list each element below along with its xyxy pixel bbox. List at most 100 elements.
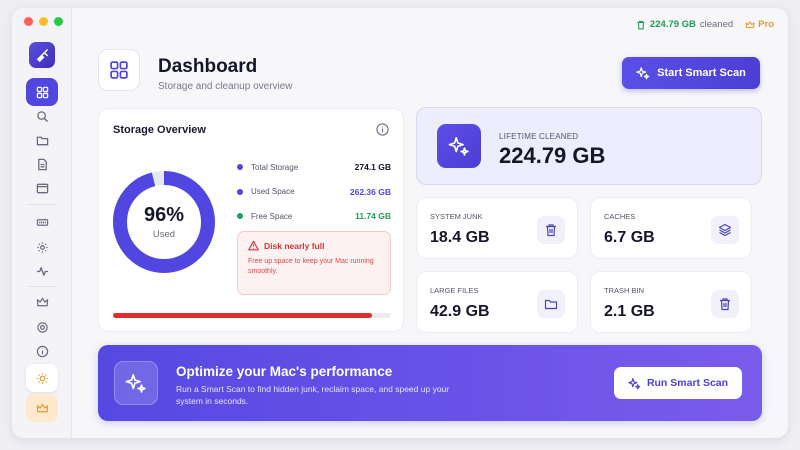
app-logo — [29, 42, 55, 68]
sidebar-item-windows[interactable] — [26, 174, 58, 202]
grid-icon — [110, 61, 128, 79]
cleaned-status: 224.79 GB cleaned — [636, 19, 733, 30]
memory-icon — [36, 218, 48, 226]
storage-info-button[interactable] — [376, 123, 389, 141]
donut-center: 96% Used — [111, 169, 217, 275]
legend-dot — [237, 164, 243, 171]
warning-icon — [248, 240, 259, 251]
upgrade-pro-button[interactable] — [26, 394, 58, 422]
stat-value: 6.7 GB — [604, 229, 655, 246]
search-icon — [36, 110, 48, 122]
sidebar-item-activity[interactable] — [26, 257, 58, 285]
trash-icon — [546, 224, 556, 237]
legend-dot — [237, 213, 243, 220]
window-controls — [24, 17, 63, 26]
stat-large-files[interactable]: LARGE FILES 42.9 GB — [416, 271, 578, 333]
stat-label: TRASH BIN — [604, 286, 645, 295]
pro-badge[interactable]: Pro — [745, 19, 774, 30]
sidebar-divider — [28, 204, 56, 205]
storage-title: Storage Overview — [113, 124, 206, 136]
legend-value: 274.1 GB — [354, 162, 391, 173]
storage-legend: Total Storage 274.1 GB Used Space 262.36… — [237, 155, 391, 229]
banner-icon — [114, 361, 158, 405]
activity-icon — [36, 266, 48, 276]
app-window: 224.79 GB cleaned Pro Dashboard Storage … — [12, 8, 788, 438]
cleaned-label: cleaned — [699, 19, 734, 30]
close-window-button[interactable] — [24, 17, 33, 26]
crown-icon — [36, 297, 48, 306]
sidebar-divider — [28, 286, 56, 287]
lifetime-label: LIFETIME CLEANED — [499, 132, 579, 141]
sidebar-item-premium[interactable] — [26, 288, 58, 316]
crown-icon — [745, 20, 755, 28]
stat-caches[interactable]: CACHES 6.7 GB — [590, 197, 752, 259]
stat-label: SYSTEM JUNK — [430, 212, 483, 221]
pro-label: Pro — [758, 19, 774, 30]
legend-name: Total Storage — [251, 162, 299, 172]
stat-label: LARGE FILES — [430, 286, 479, 295]
stat-icon-box — [537, 290, 565, 318]
used-percent: 96% — [143, 204, 185, 226]
dashboard-header-icon — [98, 49, 140, 91]
start-smart-scan-button[interactable]: Start Smart Scan — [622, 57, 760, 89]
stat-value: 18.4 GB — [430, 229, 490, 246]
sidebar-item-memory[interactable] — [26, 208, 58, 236]
sparkles-icon — [628, 377, 641, 389]
storage-progress-bar — [113, 313, 391, 318]
document-icon — [37, 158, 47, 170]
optimize-banner: Optimize your Mac's performance Run a Sm… — [98, 345, 762, 421]
sidebar-item-about[interactable] — [26, 337, 58, 365]
lifetime-icon — [437, 124, 481, 168]
storage-overview-card: Storage Overview 96% Used Total Storage … — [98, 108, 404, 332]
warning-title-text: Disk nearly full — [264, 240, 325, 251]
run-smart-scan-label: Run Smart Scan — [646, 377, 729, 389]
legend-free-space: Free Space 11.74 GB — [237, 204, 391, 229]
gear-icon — [36, 321, 48, 333]
layers-icon — [718, 223, 732, 237]
trash-icon — [637, 20, 645, 29]
stat-system-junk[interactable]: SYSTEM JUNK 18.4 GB — [416, 197, 578, 259]
stat-icon-box — [711, 216, 739, 244]
info-icon — [376, 123, 389, 136]
trash-icon — [720, 298, 730, 311]
banner-title: Optimize your Mac's performance — [176, 364, 393, 379]
banner-text: Run a Smart Scan to find hidden junk, re… — [176, 384, 450, 407]
cleaned-value: 224.79 GB — [649, 19, 696, 30]
legend-value: 262.36 GB — [349, 186, 391, 197]
warning-text: Free up space to keep your Mac running s… — [248, 258, 374, 276]
storage-progress-fill — [113, 313, 372, 318]
zoom-window-button[interactable] — [54, 17, 63, 26]
page-subtitle: Storage and cleanup overview — [158, 81, 293, 92]
stat-icon-box — [537, 216, 565, 244]
top-status: 224.79 GB cleaned Pro — [636, 19, 774, 30]
stat-icon-box — [711, 290, 739, 318]
grid-icon — [36, 86, 48, 98]
legend-used-space: Used Space 262.36 GB — [237, 180, 391, 205]
page-title: Dashboard — [158, 56, 258, 77]
stat-value: 42.9 GB — [430, 303, 490, 320]
run-smart-scan-button[interactable]: Run Smart Scan — [614, 367, 742, 399]
folder-icon — [36, 136, 48, 145]
stat-label: CACHES — [604, 212, 636, 221]
legend-name: Used Space — [251, 187, 295, 197]
sun-icon — [36, 372, 48, 384]
lifetime-value: 224.79 GB — [499, 143, 606, 168]
crown-icon — [36, 403, 48, 412]
disk-warning-title: Disk nearly full — [248, 240, 380, 251]
sparkles-icon — [636, 67, 650, 80]
disk-warning: Disk nearly full Free up space to keep y… — [237, 231, 391, 295]
legend-total-storage: Total Storage 274.1 GB — [237, 155, 391, 180]
window-icon — [36, 183, 48, 193]
info-icon — [36, 345, 48, 357]
sparkles-icon — [448, 136, 469, 156]
folder-icon — [544, 299, 558, 310]
cog-icon — [36, 241, 48, 253]
stat-value: 2.1 GB — [604, 303, 655, 320]
minimize-window-button[interactable] — [39, 17, 48, 26]
sparkles-icon — [125, 373, 146, 393]
theme-toggle-button[interactable] — [26, 364, 58, 392]
stat-trash-bin[interactable]: TRASH BIN 2.1 GB — [590, 271, 752, 333]
sidebar — [12, 8, 72, 438]
lifetime-cleaned-card: LIFETIME CLEANED 224.79 GB — [416, 107, 762, 185]
start-smart-scan-label: Start Smart Scan — [657, 67, 746, 79]
